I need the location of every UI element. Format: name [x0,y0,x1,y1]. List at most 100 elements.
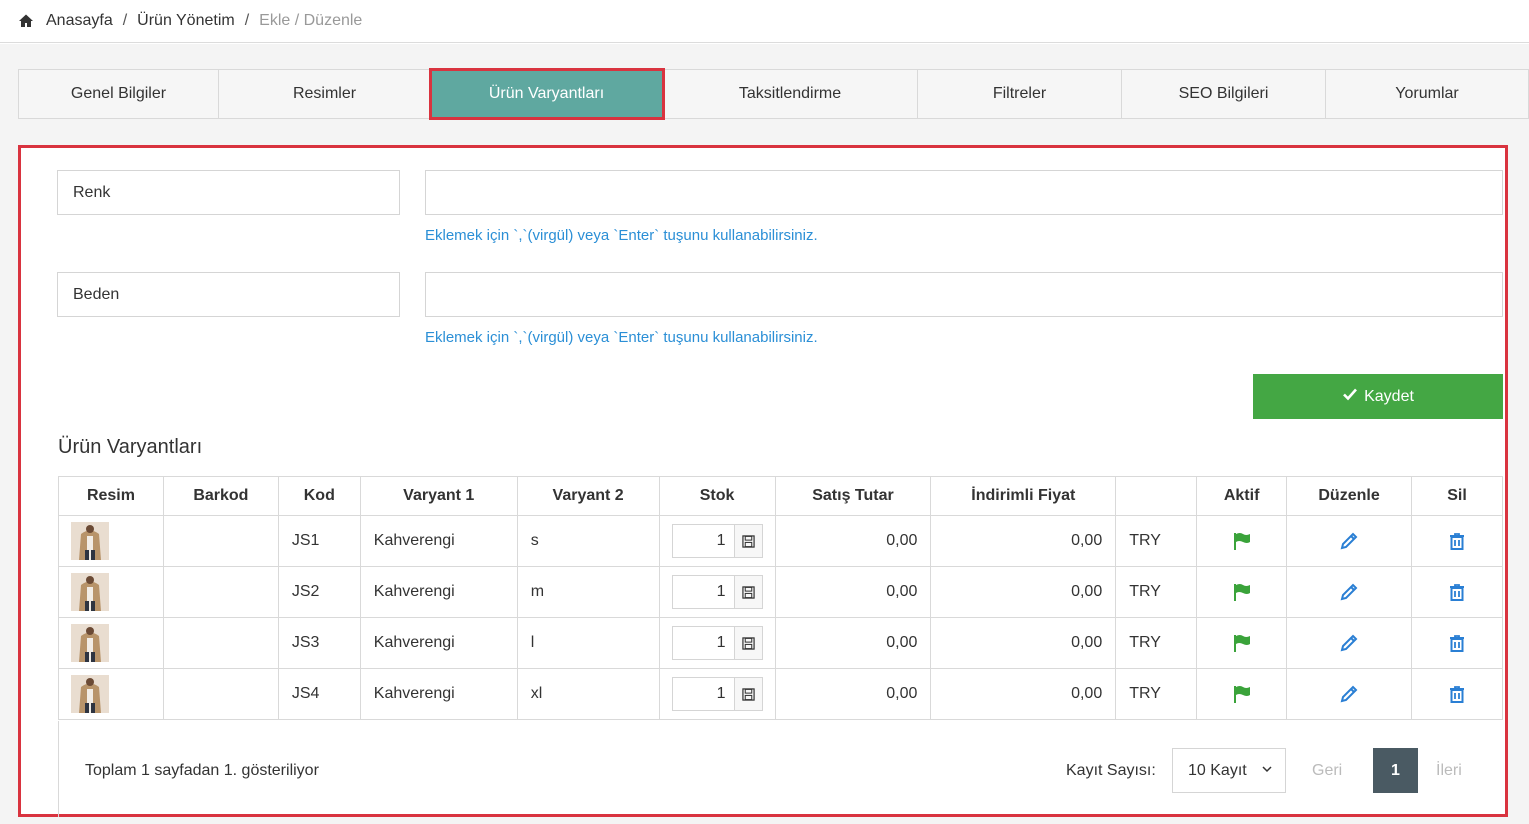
cell-delete [1411,515,1503,567]
cell-code: JS4 [277,668,361,720]
section-title: Ürün Varyantları [58,436,203,458]
size-tag-input[interactable] [425,272,1503,317]
tab-filters[interactable]: Filtreler [918,70,1122,118]
cell-stock: 1 [658,515,776,567]
page-size-label: Kayıt Sayısı: [1066,762,1156,779]
trash-icon[interactable] [1412,531,1502,551]
flag-icon[interactable] [1197,684,1286,704]
pencil-icon[interactable] [1287,582,1411,602]
cell-currency: TRY [1115,668,1198,720]
col-header-image: Resim [58,476,164,516]
cell-barcode [162,617,279,669]
flag-icon[interactable] [1197,531,1286,551]
tab-seo-info[interactable]: SEO Bilgileri [1122,70,1326,118]
breadcrumb-home[interactable]: Anasayfa [46,12,113,30]
save-button-label: Kaydet [1364,387,1414,405]
save-button[interactable]: Kaydet [1253,374,1503,419]
table-footer: Toplam 1 sayfadan 1. gösteriliyor Kayıt … [58,721,1503,817]
cell-edit [1286,515,1412,567]
variants-table: Resim Barkod Kod Varyant 1 Varyant 2 Sto… [58,476,1503,720]
col-header-discount-price: İndirimli Fiyat [930,476,1117,516]
tab-reviews[interactable]: Yorumlar [1326,70,1528,118]
page-size-select[interactable]: 10 Kayıt [1172,748,1286,793]
tab-product-variants[interactable]: Ürün Varyantları [429,68,665,120]
pagination-info: Toplam 1 sayfadan 1. gösteriliyor [85,762,319,779]
table-row: JS4 Kahverengi xl 1 0,00 0,00 TRY [58,668,1503,720]
col-header-sale-price: Satış Tutar [774,476,932,516]
trash-icon[interactable] [1412,582,1502,602]
cell-sale-price: 0,00 [774,515,932,567]
breadcrumb: Anasayfa / Ürün Yönetim / Ekle / Düzenle [0,0,1529,43]
next-page-button[interactable]: İleri [1436,762,1462,780]
tab-bar: Genel Bilgiler Resimler Ürün Varyantları… [18,68,1529,120]
cell-barcode [162,566,279,618]
product-thumbnail [59,675,163,713]
variant-image [58,617,164,669]
cell-barcode [162,668,279,720]
cell-edit [1286,566,1412,618]
cell-stock: 1 [658,566,776,618]
variant-image [58,515,164,567]
cell-discount-price: 0,00 [930,617,1117,669]
tab-images[interactable]: Resimler [219,70,431,118]
stock-input[interactable]: 1 [671,575,735,609]
col-header-barcode: Barkod [162,476,279,516]
table-row: JS3 Kahverengi l 1 0,00 0,00 TRY [58,617,1503,669]
stock-input[interactable]: 1 [671,677,735,711]
pencil-icon[interactable] [1287,531,1411,551]
trash-icon[interactable] [1412,633,1502,653]
col-header-edit: Düzenle [1286,476,1412,516]
color-label: Renk [57,170,400,215]
prev-page-button[interactable]: Geri [1312,762,1342,780]
cell-delete [1411,617,1503,669]
cell-variant1: Kahverengi [359,566,518,618]
cell-delete [1411,668,1503,720]
size-hint: Eklemek için `,`(virgül) veya `Enter` tu… [425,329,818,346]
floppy-disk-icon[interactable] [734,626,763,660]
cell-edit [1286,617,1412,669]
cell-stock: 1 [658,668,776,720]
floppy-disk-icon[interactable] [734,575,763,609]
tab-installments[interactable]: Taksitlendirme [663,70,918,118]
flag-icon[interactable] [1197,633,1286,653]
chevron-down-icon [1261,762,1273,780]
cell-currency: TRY [1115,566,1198,618]
breadcrumb-section[interactable]: Ürün Yönetim [137,12,235,30]
trash-icon[interactable] [1412,684,1502,704]
cell-currency: TRY [1115,617,1198,669]
flag-icon[interactable] [1197,582,1286,602]
cell-active [1196,515,1288,567]
cell-variant2: m [516,566,660,618]
stock-input[interactable]: 1 [671,626,735,660]
tab-general-info[interactable]: Genel Bilgiler [19,70,219,118]
cell-sale-price: 0,00 [774,617,932,669]
col-header-code: Kod [277,476,361,516]
page-1-button[interactable]: 1 [1373,748,1418,793]
cell-code: JS1 [277,515,361,567]
page-size-value: 10 Kayıt [1188,761,1247,779]
check-icon [1342,386,1358,407]
cell-active [1196,566,1288,618]
color-tag-input[interactable] [425,170,1503,215]
cell-variant2: xl [516,668,660,720]
cell-currency: TRY [1115,515,1198,567]
breadcrumb-separator: / [122,12,128,29]
col-header-currency [1115,476,1198,516]
floppy-disk-icon[interactable] [734,677,763,711]
table-row: JS2 Kahverengi m 1 0,00 0,00 TRY [58,566,1503,618]
floppy-disk-icon[interactable] [734,524,763,558]
pencil-icon[interactable] [1287,684,1411,704]
pencil-icon[interactable] [1287,633,1411,653]
col-header-variant1: Varyant 1 [359,476,518,516]
stock-input[interactable]: 1 [671,524,735,558]
product-thumbnail [59,573,163,611]
cell-discount-price: 0,00 [930,515,1117,567]
breadcrumb-separator: / [244,12,250,29]
col-header-delete: Sil [1411,476,1503,516]
table-row: JS1 Kahverengi s 1 0,00 0,00 TRY [58,515,1503,567]
variant-image [58,566,164,618]
variant-image [58,668,164,720]
home-icon[interactable] [18,13,34,29]
cell-code: JS3 [277,617,361,669]
cell-barcode [162,515,279,567]
